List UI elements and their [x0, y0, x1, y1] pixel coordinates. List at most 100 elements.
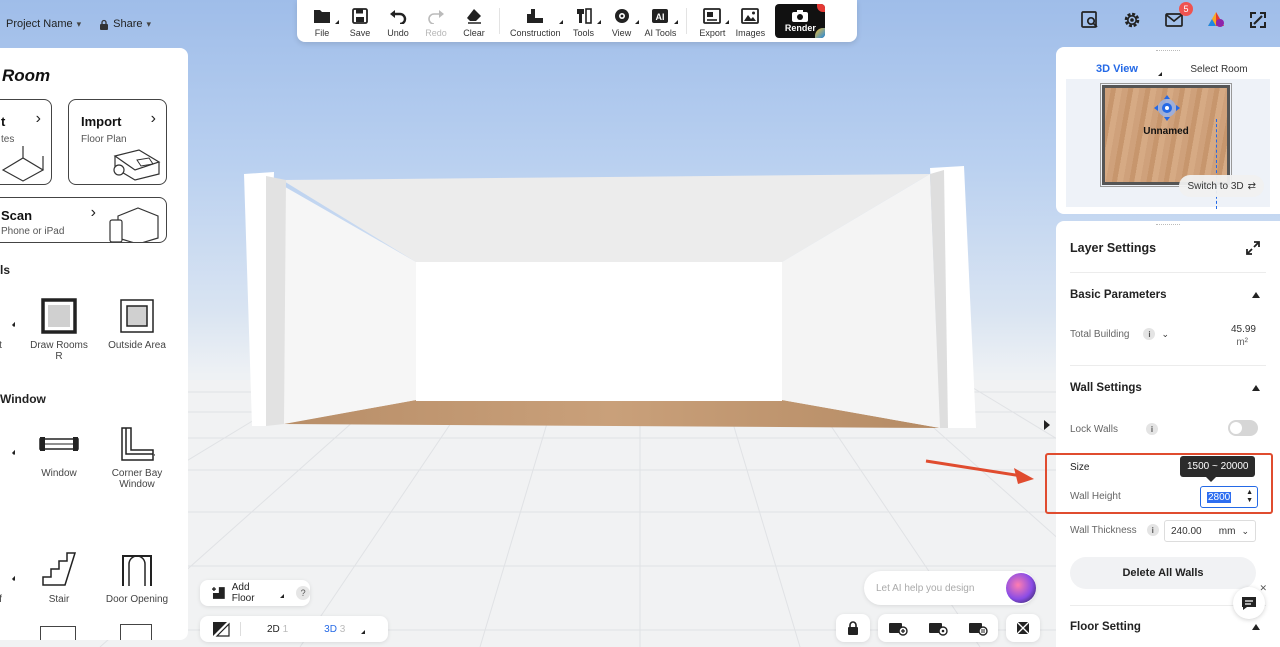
- fullscreen-button[interactable]: [1246, 8, 1270, 32]
- card-subtitle: tes: [1, 134, 15, 145]
- info-icon[interactable]: i: [1145, 423, 1158, 435]
- delete-all-walls-button[interactable]: Delete All Walls: [1070, 557, 1256, 589]
- ai-tools-label: AI Tools: [644, 28, 677, 38]
- unit-select[interactable]: mm: [1219, 526, 1236, 537]
- ai-prompt-input[interactable]: Let AI help you design: [864, 571, 1036, 605]
- undo-label: Undo: [387, 28, 409, 38]
- chat-icon: [1242, 597, 1256, 610]
- project-bar: Project Name ▾ Share ▾: [0, 10, 151, 38]
- tab-select-room[interactable]: Select Room: [1168, 59, 1270, 79]
- tool-window[interactable]: Window: [24, 424, 94, 479]
- switch-icon: ⇄: [1247, 180, 1256, 192]
- tool-stair[interactable]: Stair: [24, 550, 94, 605]
- ai-tools-button[interactable]: AI AI Tools: [641, 4, 681, 38]
- tool-outside-area[interactable]: Outside Area: [102, 296, 172, 351]
- import-floor-plan-card[interactable]: Import Floor Plan ›: [68, 99, 167, 185]
- export-button[interactable]: Export: [693, 4, 731, 38]
- tool-label: Outside Area: [108, 340, 166, 351]
- scan-room-card[interactable]: Scan Phone or iPad ›: [0, 197, 167, 243]
- mail-button[interactable]: 5: [1162, 2, 1193, 32]
- render-button[interactable]: Render: [775, 4, 826, 38]
- create-room-card[interactable]: t tes ›: [0, 99, 52, 185]
- add-floor-button[interactable]: Add Floor ?: [200, 580, 310, 606]
- tool-label: Corner Bay: [111, 468, 163, 479]
- collapse-handle-icon[interactable]: [1044, 420, 1050, 430]
- minimap-canvas[interactable]: Unnamed Switch to 3D ⇄: [1066, 79, 1270, 209]
- wall-thickness-row: Wall Thickness i: [1070, 524, 1159, 536]
- view-2d-button[interactable]: 2D 1: [267, 624, 288, 635]
- folder-icon: [312, 6, 332, 26]
- wall-thickness-input[interactable]: 240.00 mm ⌄: [1164, 520, 1256, 542]
- ai-icon: AI: [650, 6, 670, 26]
- chevron-right-icon: ›: [150, 110, 156, 127]
- card-subtitle: Phone or iPad: [1, 226, 65, 237]
- compare-view-button[interactable]: [1006, 614, 1040, 642]
- construction-button[interactable]: Construction: [506, 4, 565, 38]
- lock-walls-toggle[interactable]: [1228, 420, 1258, 436]
- view-mode-switcher: 2D 1 3D 3: [200, 616, 388, 642]
- chat-button[interactable]: ✕: [1233, 583, 1267, 619]
- total-unit: m²: [1236, 337, 1248, 348]
- caret-up-icon: [1252, 624, 1260, 630]
- camera-settings-icon[interactable]: [928, 620, 948, 636]
- basic-parameters-header[interactable]: Basic Parameters: [1070, 289, 1266, 301]
- tools-button[interactable]: Tools: [565, 4, 603, 38]
- camera-list-icon[interactable]: [968, 620, 988, 636]
- tab-label: 3D View: [1096, 63, 1138, 75]
- close-icon[interactable]: ✕: [1259, 583, 1267, 594]
- floor-plan-icon[interactable]: [212, 621, 230, 637]
- share-menu[interactable]: Share ▾: [99, 18, 151, 30]
- tool-label: Draw Rooms: [30, 340, 88, 351]
- lock-view-button[interactable]: [836, 614, 870, 642]
- view-button[interactable]: View: [603, 4, 641, 38]
- fullscreen-icon: [1250, 12, 1266, 28]
- view-3d-button[interactable]: 3D 3: [324, 624, 345, 635]
- card-title: t: [1, 114, 6, 129]
- info-icon[interactable]: i: [1143, 328, 1156, 340]
- avatar[interactable]: [1204, 8, 1228, 32]
- chevron-down-icon: ▾: [146, 18, 152, 29]
- wall-settings-header[interactable]: Wall Settings: [1070, 382, 1266, 394]
- search-plan-button[interactable]: [1078, 8, 1102, 32]
- camera-position-icon[interactable]: [1152, 93, 1182, 123]
- total-value: 45.99: [1230, 324, 1256, 335]
- blueprint-roll-icon: [113, 149, 161, 181]
- floor-setting-header[interactable]: Floor Setting: [1070, 621, 1266, 633]
- card-title: Import: [81, 114, 122, 129]
- tool-door-opening[interactable]: Door Opening: [102, 550, 172, 605]
- chevron-right-icon: ›: [90, 204, 96, 221]
- stepper-arrows-icon[interactable]: ▲ ▼: [1246, 489, 1253, 505]
- tools-label: Tools: [573, 28, 595, 38]
- chevron-down-icon[interactable]: ⌄: [1161, 329, 1169, 340]
- section-walls-title: ls: [0, 263, 11, 277]
- redo-button[interactable]: Redo: [417, 4, 455, 38]
- tool-corner-bay-window[interactable]: Corner Bay Window: [102, 424, 172, 490]
- file-label: File: [314, 28, 330, 38]
- save-button[interactable]: Save: [341, 4, 379, 38]
- project-name-menu[interactable]: Project Name ▾: [6, 18, 81, 30]
- total-building-label: Total Building: [1070, 328, 1130, 340]
- undo-button[interactable]: Undo: [379, 4, 417, 38]
- top-right-actions: 5: [1078, 2, 1270, 32]
- images-button[interactable]: Images: [731, 4, 769, 38]
- expand-icon[interactable]: [1246, 241, 1260, 255]
- ai-placeholder: Let AI help you design: [876, 582, 975, 594]
- clear-button[interactable]: Clear: [455, 4, 493, 38]
- draw-rooms-icon: [41, 298, 77, 334]
- switch-to-3d-button[interactable]: Switch to 3D ⇄: [1179, 175, 1264, 197]
- info-icon[interactable]: i: [1146, 524, 1159, 536]
- section-title: Floor Setting: [1070, 621, 1141, 633]
- total-building-value: 45.99 m²: [1231, 323, 1256, 349]
- tab-3d-view[interactable]: 3D View: [1066, 59, 1168, 79]
- tool-partial-icon: [120, 624, 152, 640]
- tool-label: Window: [41, 468, 77, 479]
- file-button[interactable]: File: [303, 4, 341, 38]
- help-icon[interactable]: ?: [296, 586, 310, 600]
- save-label: Save: [349, 28, 371, 38]
- add-camera-icon[interactable]: [888, 620, 908, 636]
- card-title: Scan: [1, 208, 33, 223]
- ai-orb-icon[interactable]: [1006, 573, 1036, 603]
- settings-button[interactable]: [1120, 8, 1144, 32]
- wall-height-input[interactable]: 2800 ▲ ▼: [1200, 486, 1258, 508]
- tool-draw-rooms[interactable]: Draw Rooms R: [24, 296, 94, 362]
